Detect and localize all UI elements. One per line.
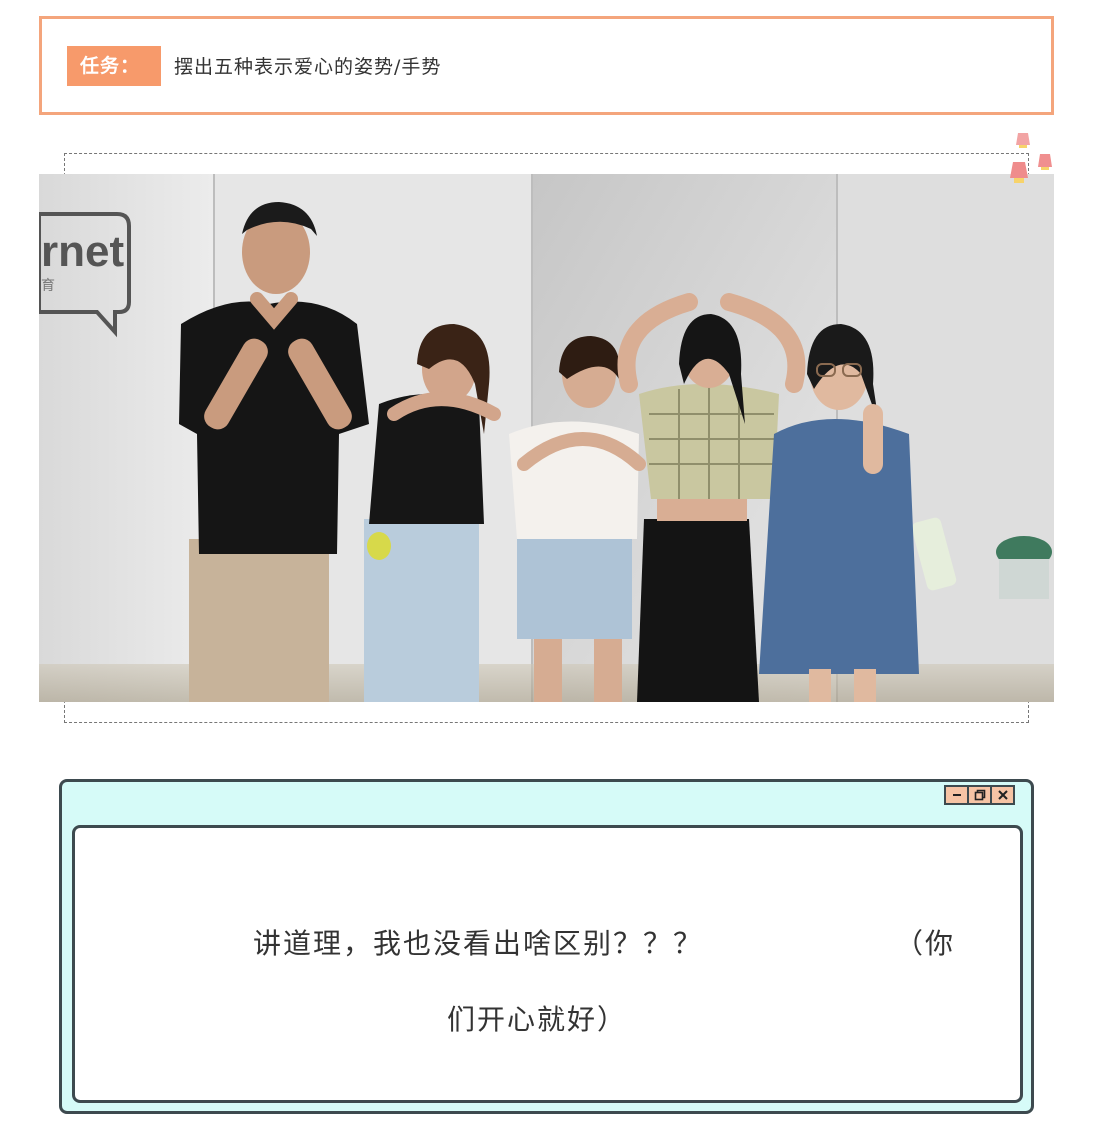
task-text: 摆出五种表示爱心的姿势/手势 [174, 56, 442, 78]
group-photo: rnet 育 [39, 174, 1054, 702]
minimize-icon[interactable] [944, 785, 969, 805]
wall-logo-sub: 育 [41, 278, 55, 294]
window-controls [944, 785, 1015, 805]
task-tag: 任务： [67, 46, 161, 86]
quote-window: 讲道理，我也没看出啥区别？？？ （你 们开心就好） [59, 779, 1034, 1114]
wall-logo-text: rnet [41, 227, 124, 276]
quote-line-1-tail: （你 [895, 927, 956, 960]
lantern-icon [1010, 162, 1028, 183]
quote-panel: 讲道理，我也没看出啥区别？？？ （你 们开心就好） [72, 825, 1023, 1103]
task-card: 任务： 摆出五种表示爱心的姿势/手势 [39, 16, 1054, 115]
quote-line-1: 讲道理，我也没看出啥区别？？？ [253, 927, 704, 960]
lantern-icon [1016, 133, 1030, 148]
quote-line-2: 们开心就好） [447, 1003, 628, 1036]
lantern-icon [1038, 154, 1052, 170]
close-icon[interactable] [990, 785, 1015, 805]
restore-icon[interactable] [967, 785, 992, 805]
